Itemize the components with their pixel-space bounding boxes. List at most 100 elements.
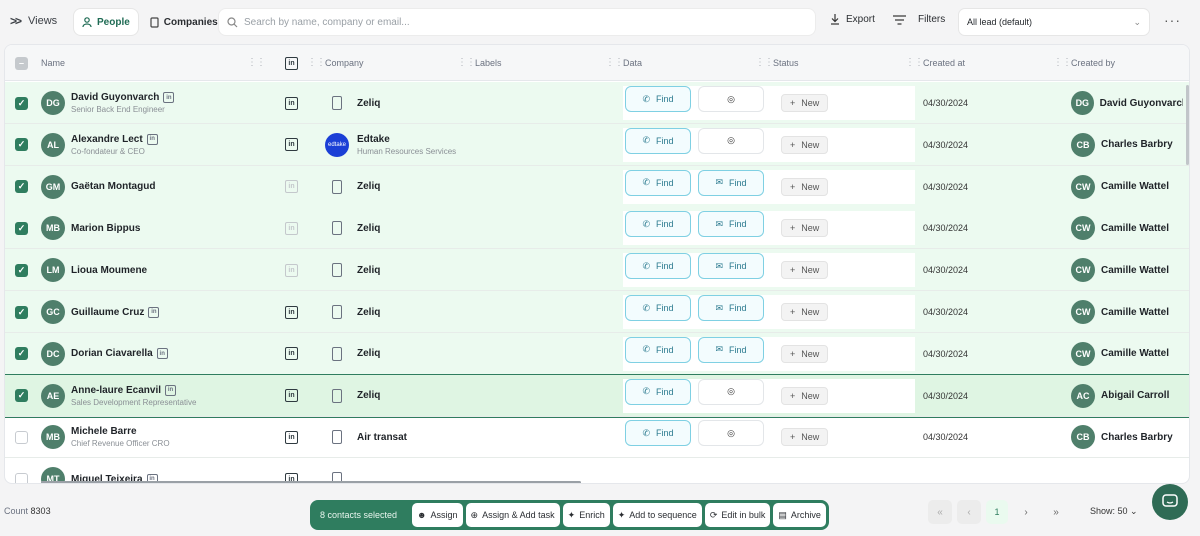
- prev-page-button[interactable]: ‹: [957, 500, 981, 524]
- linkedin-icon[interactable]: in: [285, 305, 298, 319]
- find-email-button[interactable]: ✉ Find: [698, 169, 764, 196]
- status-badge[interactable]: + New: [781, 261, 829, 280]
- linkedin-icon[interactable]: in: [285, 96, 298, 110]
- drag-handle-icon[interactable]: ⋮⋮: [755, 57, 774, 68]
- find-phone-button[interactable]: ✆ Find: [625, 253, 691, 280]
- last-page-button[interactable]: »: [1046, 500, 1066, 524]
- row-checkbox[interactable]: ✓: [15, 96, 28, 110]
- row-checkbox[interactable]: ✓: [15, 347, 28, 361]
- page-size-select[interactable]: Show: 50 ⌄: [1090, 506, 1138, 517]
- company-name[interactable]: Zeliq: [357, 307, 380, 318]
- linkedin-icon[interactable]: in: [285, 347, 298, 361]
- export-button[interactable]: Export: [830, 14, 875, 25]
- status-badge[interactable]: + New: [781, 303, 829, 321]
- select-all-checkbox[interactable]: –: [15, 56, 28, 70]
- linkedin-icon[interactable]: in: [163, 92, 175, 103]
- linkedin-icon[interactable]: in: [285, 138, 298, 152]
- email-lookup-button[interactable]: ◎: [698, 127, 764, 154]
- table-row[interactable]: ✓ AL Alexandre Lect in Co-fondateur & CEO…: [5, 123, 1189, 166]
- table-row[interactable]: ✓ AE Anne-laure Ecanvil in Sales Developm…: [5, 373, 1189, 418]
- table-row[interactable]: ✓ DC Dorian Ciavarella in in Zeliq ✆ Find …: [5, 332, 1189, 375]
- chat-widget-button[interactable]: [1152, 484, 1188, 520]
- company-name[interactable]: Zeliq: [357, 390, 380, 401]
- contact-name[interactable]: Gaëtan Montagud: [71, 181, 155, 192]
- status-badge[interactable]: + New: [781, 219, 829, 238]
- next-page-button[interactable]: ›: [1016, 500, 1036, 524]
- table-row[interactable]: ✓ LM Lioua Moumene in Zeliq ✆ Find ✉ Find …: [5, 249, 1189, 292]
- column-status[interactable]: Status: [773, 45, 799, 81]
- table-row[interactable]: ✓ GC Guillaume Cruz in in Zeliq ✆ Find ✉ Fi…: [5, 291, 1189, 333]
- find-email-button[interactable]: ✉ Find: [698, 336, 764, 363]
- search-input[interactable]: [244, 16, 784, 28]
- column-created-by[interactable]: Created by: [1071, 45, 1115, 81]
- vertical-scrollbar[interactable]: [1186, 85, 1189, 165]
- email-lookup-button[interactable]: ◎: [698, 86, 764, 112]
- company-name[interactable]: Zeliq: [357, 223, 380, 234]
- drag-handle-icon[interactable]: ⋮⋮: [457, 57, 476, 68]
- status-badge[interactable]: + New: [781, 94, 829, 112]
- tab-people[interactable]: People: [74, 9, 138, 35]
- find-phone-button[interactable]: ✆ Find: [625, 420, 691, 447]
- status-badge[interactable]: + New: [781, 344, 829, 363]
- find-phone-button[interactable]: ✆ Find: [625, 295, 691, 321]
- contact-name[interactable]: Dorian Ciavarella: [71, 348, 153, 359]
- horizontal-scrollbar[interactable]: [41, 481, 581, 483]
- row-checkbox[interactable]: ✓: [15, 221, 28, 235]
- add-to-sequence-button[interactable]: ✦ Add to sequence: [612, 503, 702, 527]
- drag-handle-icon[interactable]: ⋮⋮: [307, 57, 326, 68]
- row-checkbox[interactable]: ✓: [15, 180, 28, 194]
- find-email-button[interactable]: ✉ Find: [698, 253, 764, 280]
- column-name[interactable]: Name: [41, 45, 65, 81]
- company-name[interactable]: Zeliq: [357, 181, 380, 192]
- row-checkbox[interactable]: [15, 430, 28, 444]
- linkedin-icon[interactable]: in: [285, 389, 298, 403]
- column-company[interactable]: Company: [325, 45, 364, 81]
- find-email-button[interactable]: ✉ Find: [698, 295, 764, 321]
- find-phone-button[interactable]: ✆ Find: [625, 378, 691, 405]
- row-checkbox[interactable]: [15, 472, 28, 483]
- row-checkbox[interactable]: ✓: [15, 305, 28, 319]
- table-row[interactable]: MB Michele Barre Chief Revenue Officer C…: [5, 416, 1189, 459]
- linkedin-icon[interactable]: in: [148, 306, 160, 318]
- table-row[interactable]: ✓ DG David Guyonvarch in Senior Back End …: [5, 82, 1189, 124]
- table-row[interactable]: ✓ MB Marion Bippus in Zeliq ✆ Find ✉ Find …: [5, 207, 1189, 250]
- assign-button[interactable]: ☻ Assign: [412, 503, 463, 527]
- company-name[interactable]: Zeliq: [357, 98, 380, 109]
- status-badge[interactable]: + New: [781, 428, 829, 447]
- archive-button[interactable]: ▤ Archive: [773, 503, 826, 527]
- status-badge[interactable]: + New: [781, 135, 829, 154]
- company-name[interactable]: Zeliq: [357, 348, 380, 359]
- contact-name[interactable]: Lioua Moumene: [71, 265, 147, 276]
- find-email-button[interactable]: ✉ Find: [698, 211, 764, 238]
- column-data[interactable]: Data: [623, 45, 642, 81]
- status-badge[interactable]: + New: [781, 386, 829, 405]
- drag-handle-icon[interactable]: ⋮⋮: [605, 57, 624, 68]
- row-checkbox[interactable]: ✓: [15, 389, 28, 403]
- filters-button[interactable]: Filters: [893, 14, 945, 25]
- drag-handle-icon[interactable]: ⋮⋮: [247, 57, 266, 68]
- contact-name[interactable]: Guillaume Cruz: [71, 307, 144, 318]
- drag-handle-icon[interactable]: ⋮⋮: [905, 57, 924, 68]
- column-labels[interactable]: Labels: [475, 45, 502, 81]
- drag-handle-icon[interactable]: ⋮⋮: [1053, 57, 1072, 68]
- view-select[interactable]: All lead (default) ⌄: [958, 8, 1150, 36]
- linkedin-icon[interactable]: in: [285, 430, 298, 444]
- current-page[interactable]: 1: [986, 500, 1008, 524]
- linkedin-icon[interactable]: in: [285, 263, 298, 277]
- find-phone-button[interactable]: ✆ Find: [625, 169, 691, 196]
- company-name[interactable]: Zeliq: [357, 265, 380, 276]
- tab-companies[interactable]: Companies: [142, 9, 226, 35]
- edit-in-bulk-button[interactable]: ⟳ Edit in bulk: [704, 503, 771, 527]
- contact-name[interactable]: David Guyonvarch: [71, 92, 159, 103]
- contact-name[interactable]: Michele Barre: [71, 426, 137, 437]
- enrich-button[interactable]: ✦ Enrich: [562, 503, 610, 527]
- status-badge[interactable]: + New: [781, 177, 829, 196]
- linkedin-icon[interactable]: in: [156, 348, 168, 360]
- assign-add-task-button[interactable]: ⊕ Assign & Add task: [465, 503, 560, 527]
- company-name[interactable]: Air transat: [357, 432, 407, 443]
- row-checkbox[interactable]: ✓: [15, 138, 28, 152]
- first-page-button[interactable]: «: [928, 500, 952, 524]
- company-name[interactable]: Edtake: [357, 134, 456, 145]
- email-lookup-button[interactable]: ◎: [698, 378, 764, 405]
- contact-name[interactable]: Anne-laure Ecanvil: [71, 385, 161, 396]
